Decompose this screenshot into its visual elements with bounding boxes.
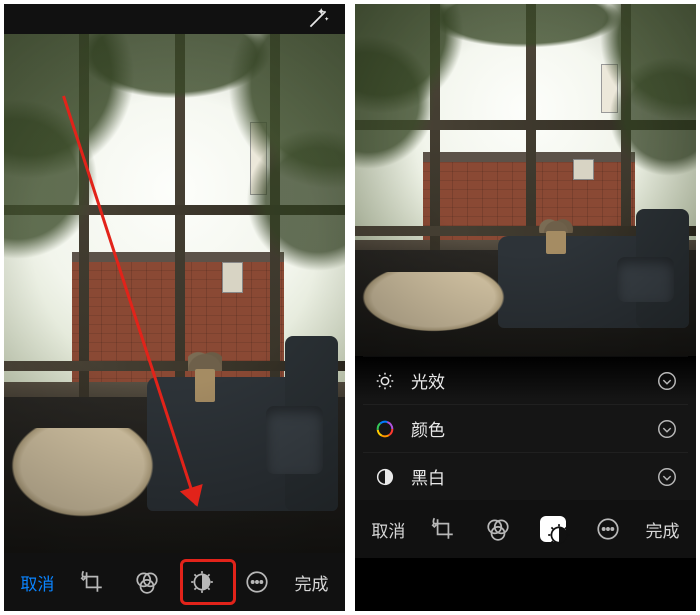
color-icon [373,417,397,441]
adjust-icon [189,569,215,595]
filters-button[interactable] [120,553,175,611]
chevron-down-icon [656,369,678,393]
light-icon [373,369,397,393]
cancel-button[interactable]: 取消 [361,500,416,558]
light-label: 光效 [411,368,642,393]
topbar-left [4,4,345,34]
adjustments-panel: 光效 颜色 黑白 [355,356,696,500]
done-button[interactable]: 完成 [284,553,339,611]
chevron-down-icon [656,465,678,489]
cancel-button[interactable]: 取消 [10,553,65,611]
adjust-icon [540,516,566,542]
done-button[interactable]: 完成 [635,500,690,558]
color-label: 颜色 [411,416,642,441]
phone-left: 取消 完成 [4,4,345,611]
filters-icon [134,569,160,595]
adjust-button-active[interactable] [525,500,580,558]
more-button[interactable] [580,500,635,558]
crop-rotate-icon [79,569,105,595]
done-label: 完成 [295,570,329,595]
phone-right: 光效 颜色 黑白 取消 [355,4,696,611]
photo-right [355,4,696,356]
chevron-down-icon [656,417,678,441]
adjust-row-color[interactable]: 颜色 [363,404,688,452]
cancel-label: 取消 [371,517,405,542]
more-icon [595,516,621,542]
crop-rotate-icon [430,516,456,542]
done-label: 完成 [646,517,680,542]
photo-left [4,34,345,553]
bw-icon [373,465,397,489]
cancel-label: 取消 [20,570,54,595]
adjust-button[interactable] [174,553,229,611]
adjust-row-bw[interactable]: 黑白 [363,452,688,500]
more-button[interactable] [229,553,284,611]
toolbar-right: 取消 完成 [355,500,696,558]
crop-button[interactable] [416,500,471,558]
bw-label: 黑白 [411,464,642,489]
more-icon [244,569,270,595]
filters-button[interactable] [471,500,526,558]
crop-button[interactable] [65,553,120,611]
magic-wand-icon[interactable] [305,6,331,32]
filters-icon [485,516,511,542]
adjust-row-light[interactable]: 光效 [363,356,688,404]
toolbar-left: 取消 完成 [4,553,345,611]
